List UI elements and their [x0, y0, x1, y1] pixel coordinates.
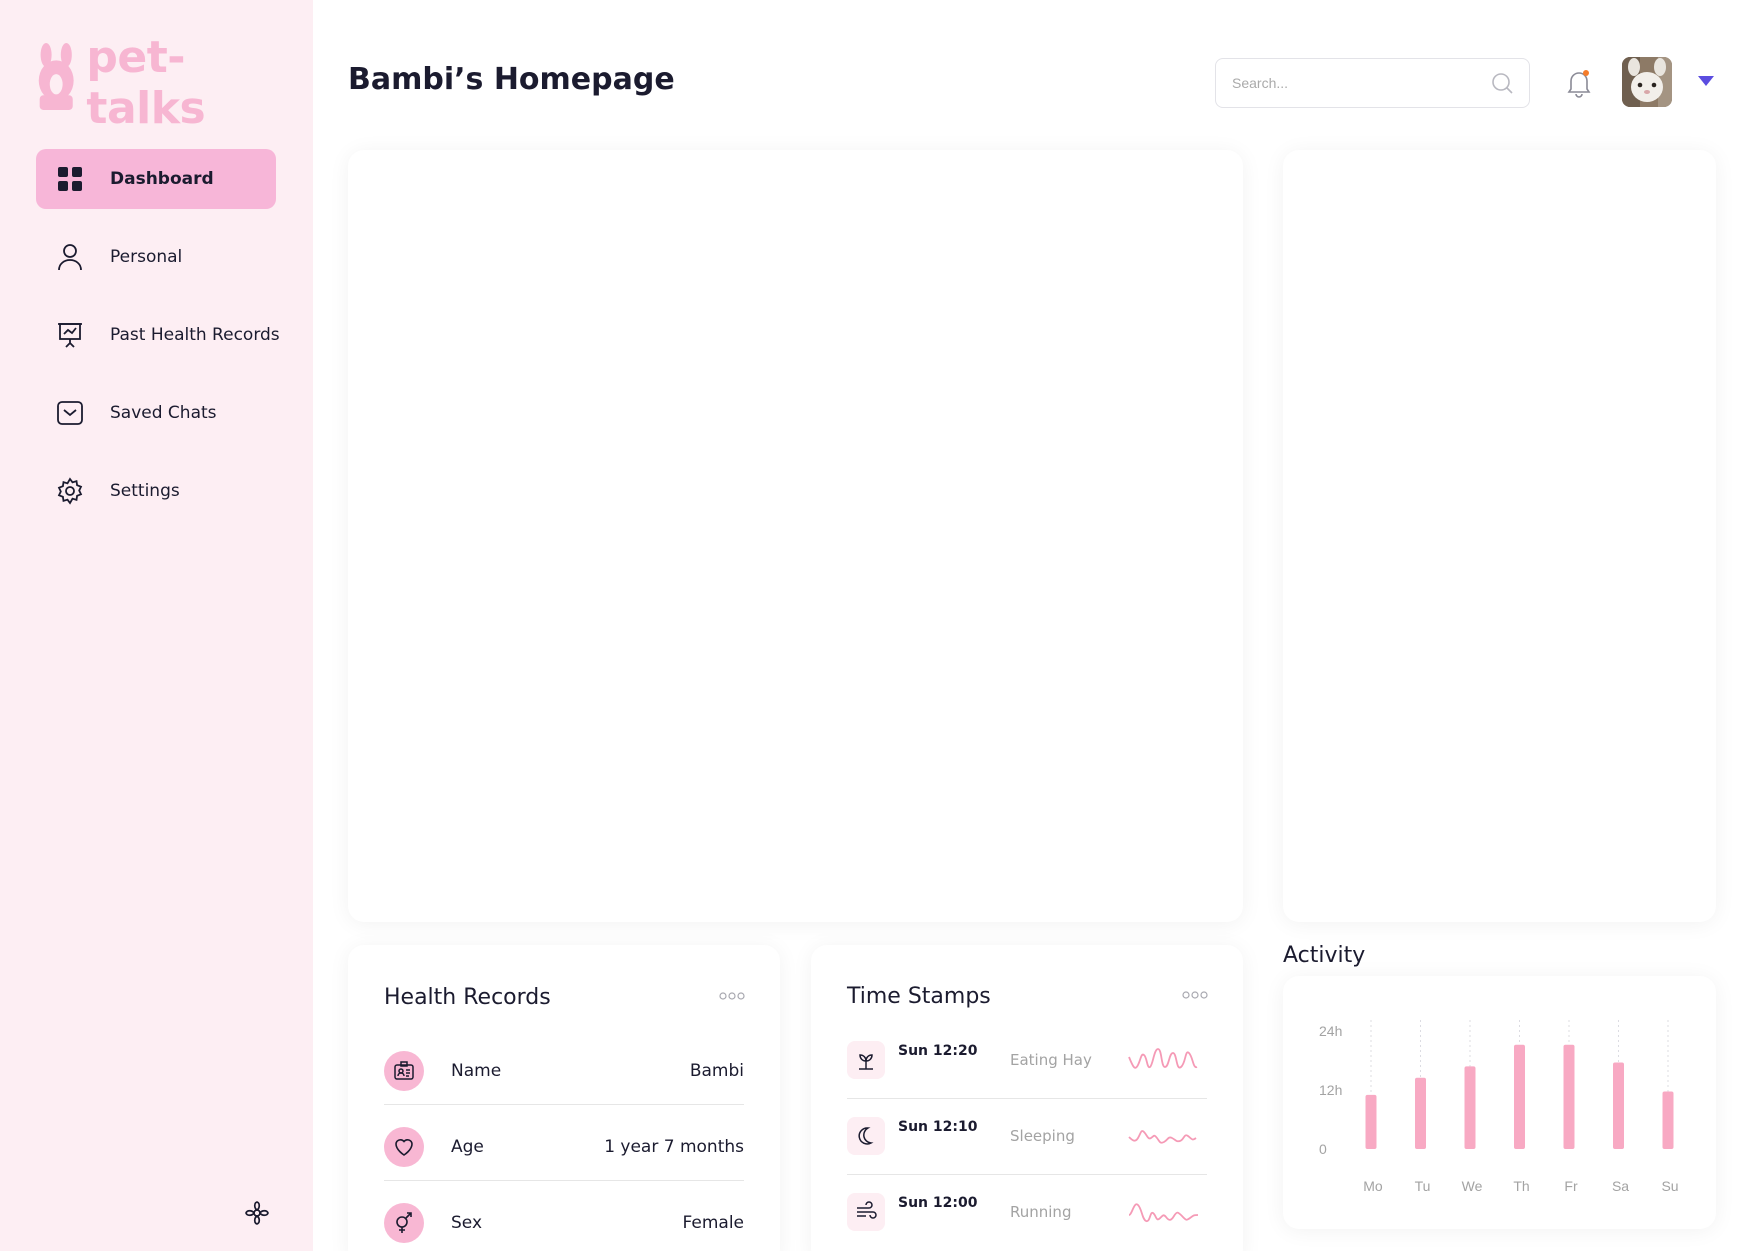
health-record-label: Sex	[451, 1213, 483, 1233]
sidebar-item-dashboard[interactable]: Dashboard	[36, 149, 276, 209]
sidebar-nav: Dashboard Personal Past Health Records S…	[36, 149, 286, 539]
activity-bar-th[interactable]	[1514, 1044, 1525, 1149]
health-record-row-age: Age 1 year 7 months	[384, 1119, 744, 1175]
chevron-down-icon[interactable]	[1697, 75, 1715, 87]
activity-bar-su[interactable]	[1662, 1091, 1674, 1149]
more-options-icon[interactable]	[1182, 991, 1208, 999]
sidebar-item-label: Personal	[110, 247, 183, 267]
sidebar: pet-talks Dashboard Personal Past Health…	[0, 0, 313, 1251]
health-record-value: Female	[682, 1213, 744, 1233]
health-record-label: Name	[451, 1061, 502, 1081]
sparkline-wave	[1128, 1048, 1198, 1069]
user-icon	[56, 243, 84, 271]
time-stamp-row: Sun 12:20 Eating Hay	[847, 1041, 1207, 1101]
sprout-icon	[847, 1041, 885, 1079]
activity-bar-sa[interactable]	[1613, 1062, 1624, 1149]
time-stamp-row: Sun 12:00 Running	[847, 1193, 1207, 1251]
x-tick-label: Sa	[1612, 1178, 1629, 1194]
divider	[847, 1174, 1207, 1175]
sidebar-item-past-health-records[interactable]: Past Health Records	[36, 305, 286, 365]
sparkline-wave	[1128, 1203, 1199, 1223]
x-tick-label: We	[1462, 1178, 1483, 1194]
search-box[interactable]	[1215, 58, 1530, 108]
y-tick-label: 24h	[1319, 1023, 1342, 1039]
divider	[384, 1104, 744, 1105]
x-tick-label: Fr	[1564, 1178, 1578, 1194]
gear-icon	[56, 477, 84, 505]
mail-icon	[56, 399, 84, 427]
time-stamps-card: Time Stamps Sun 12:20 Eating Hay Sun 12:…	[811, 945, 1243, 1251]
search-input[interactable]	[1232, 75, 1491, 91]
health-records-title: Health Records	[384, 985, 551, 1010]
logo[interactable]: pet-talks	[36, 32, 286, 134]
presentation-chart-icon	[56, 321, 84, 349]
sidebar-item-label: Settings	[110, 481, 180, 501]
x-tick-label: Su	[1661, 1178, 1678, 1194]
more-options-icon[interactable]	[719, 992, 745, 1000]
activity-card: 0 12h 24h Mo Tu We Th Fr Sa Su	[1283, 976, 1716, 1229]
side-content-card	[1283, 150, 1716, 922]
search-icon[interactable]	[1491, 72, 1513, 94]
wind-icon	[847, 1193, 885, 1231]
time-stamp-time: Sun 12:00	[898, 1195, 978, 1211]
health-record-row-sex: Sex Female	[384, 1195, 744, 1251]
health-record-value: Bambi	[689, 1061, 744, 1081]
time-stamp-row: Sun 12:10 Sleeping	[847, 1117, 1207, 1177]
heart-icon	[384, 1127, 424, 1167]
id-card-icon	[384, 1051, 424, 1091]
divider	[384, 1180, 744, 1181]
sidebar-item-label: Past Health Records	[110, 325, 280, 345]
main-content-card	[348, 150, 1243, 922]
y-tick-label: 0	[1319, 1141, 1327, 1157]
activity-title: Activity	[1283, 943, 1366, 968]
gender-icon	[384, 1203, 424, 1243]
divider	[847, 1098, 1207, 1099]
time-stamp-time: Sun 12:10	[898, 1119, 978, 1135]
y-tick-label: 12h	[1319, 1082, 1342, 1098]
health-record-label: Age	[451, 1137, 484, 1157]
sparkline-wave	[1128, 1130, 1197, 1144]
activity-bar-fr[interactable]	[1563, 1044, 1575, 1149]
time-stamps-title: Time Stamps	[847, 984, 991, 1009]
x-tick-label: Tu	[1415, 1178, 1431, 1194]
health-record-value: 1 year 7 months	[604, 1137, 744, 1157]
logo-text: pet-talks	[86, 32, 206, 134]
health-records-card: Health Records Name Bambi Age 1 year 7 m…	[348, 945, 780, 1251]
activity-bar-chart: 0 12h 24h Mo Tu We Th Fr Sa Su	[1319, 1020, 1679, 1194]
flower-icon[interactable]	[244, 1200, 270, 1226]
time-stamp-activity: Sleeping	[1010, 1127, 1075, 1145]
time-stamp-time: Sun 12:20	[898, 1043, 978, 1059]
activity-bar-we[interactable]	[1464, 1066, 1476, 1149]
moon-icon	[847, 1117, 885, 1155]
x-tick-label: Th	[1513, 1178, 1529, 1194]
time-stamp-activity: Running	[1010, 1203, 1072, 1221]
health-record-row-name: Name Bambi	[384, 1043, 744, 1099]
bunny-photo-avatar	[1622, 57, 1672, 107]
sidebar-item-label: Dashboard	[110, 169, 214, 189]
sidebar-item-label: Saved Chats	[110, 403, 217, 423]
bunny-logo-icon	[38, 42, 74, 110]
activity-bar-mo[interactable]	[1365, 1094, 1377, 1149]
sidebar-item-saved-chats[interactable]: Saved Chats	[36, 383, 286, 443]
activity-bar-tu[interactable]	[1415, 1077, 1426, 1149]
grid-icon	[56, 165, 84, 193]
page-title: Bambi’s Homepage	[348, 62, 675, 97]
time-stamp-activity: Eating Hay	[1010, 1051, 1092, 1069]
avatar[interactable]	[1622, 57, 1672, 107]
bell-icon[interactable]	[1565, 68, 1593, 98]
x-tick-label: Mo	[1363, 1178, 1383, 1194]
notification-dot	[1583, 70, 1589, 76]
sidebar-item-settings[interactable]: Settings	[36, 461, 286, 521]
sidebar-item-personal[interactable]: Personal	[36, 227, 286, 287]
